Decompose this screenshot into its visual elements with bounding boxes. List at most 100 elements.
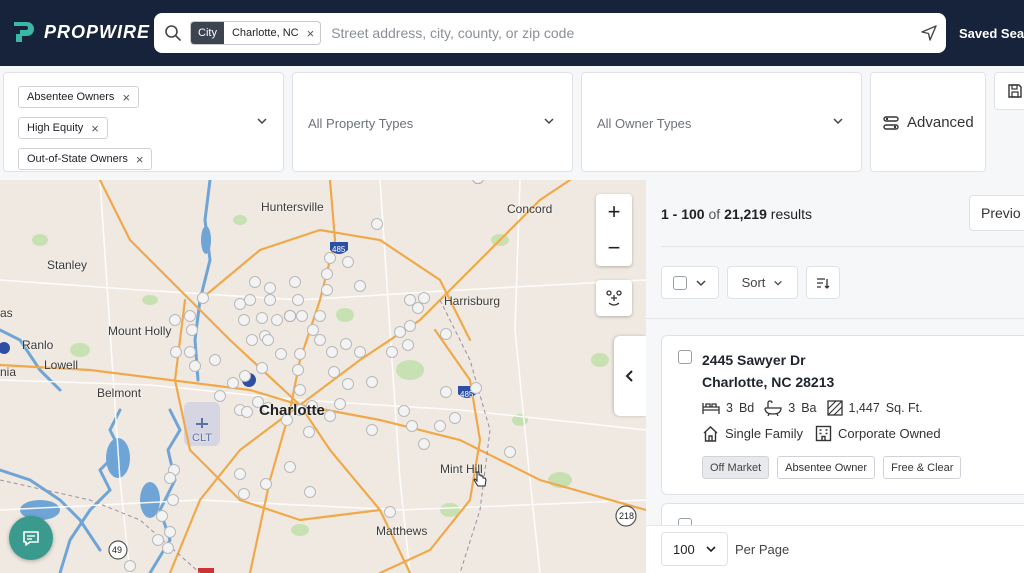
property-marker[interactable] [371, 218, 383, 230]
property-marker[interactable] [239, 370, 251, 382]
property-marker[interactable] [340, 338, 352, 350]
property-marker[interactable] [366, 376, 378, 388]
sort-dropdown[interactable]: Sort [727, 266, 798, 299]
owner-types-dropdown[interactable]: All Owner Types [581, 72, 862, 172]
property-marker[interactable] [275, 348, 287, 360]
property-marker[interactable] [284, 310, 296, 322]
search-bar[interactable]: City Charlotte, NC × [154, 13, 946, 53]
property-marker[interactable] [124, 560, 136, 572]
property-marker[interactable] [418, 438, 430, 450]
property-marker[interactable] [296, 310, 308, 322]
property-marker[interactable] [292, 364, 304, 376]
property-marker[interactable] [314, 310, 326, 322]
property-marker[interactable] [184, 346, 196, 358]
property-marker[interactable] [156, 510, 168, 522]
property-marker[interactable] [342, 256, 354, 268]
property-marker[interactable] [440, 386, 452, 398]
property-marker[interactable] [271, 314, 283, 326]
property-marker[interactable] [354, 346, 366, 358]
property-marker[interactable] [227, 377, 239, 389]
draw-area-button[interactable] [596, 280, 632, 316]
propwire-logo[interactable]: PROPWIRE [10, 18, 150, 46]
property-marker[interactable] [334, 398, 346, 410]
property-marker[interactable] [262, 334, 274, 346]
owner-filter-dropdown[interactable]: Absentee Owners × High Equity × Out-of-S… [3, 72, 284, 172]
property-marker[interactable] [289, 276, 301, 288]
zoom-in-button[interactable]: + [596, 194, 632, 230]
property-marker[interactable] [256, 312, 268, 324]
property-marker[interactable] [264, 294, 276, 306]
property-marker[interactable] [321, 268, 333, 280]
property-marker[interactable] [406, 420, 418, 432]
zoom-out-button[interactable]: − [596, 230, 632, 266]
property-marker[interactable] [238, 488, 250, 500]
city-chip-remove-icon[interactable]: × [307, 26, 315, 41]
pill-remove-icon[interactable]: × [91, 121, 99, 136]
location-arrow-icon[interactable] [920, 24, 938, 42]
property-marker[interactable] [307, 324, 319, 336]
pill-remove-icon[interactable]: × [122, 90, 130, 105]
map-view[interactable]: Huntersville Concord Stanley Harrisburg … [0, 180, 646, 573]
property-marker[interactable] [384, 506, 396, 518]
property-marker[interactable] [264, 282, 276, 294]
property-marker[interactable] [294, 348, 306, 360]
property-marker[interactable] [294, 384, 306, 396]
property-marker[interactable] [164, 526, 176, 538]
property-types-dropdown[interactable]: All Property Types [292, 72, 573, 172]
property-marker[interactable] [324, 410, 336, 422]
property-marker[interactable] [162, 542, 174, 554]
property-marker[interactable] [209, 354, 221, 366]
property-marker[interactable] [304, 486, 316, 498]
search-input[interactable] [331, 25, 892, 41]
property-marker[interactable] [234, 468, 246, 480]
sort-direction-button[interactable] [806, 266, 840, 299]
select-all-checkbox[interactable] [673, 275, 687, 290]
property-marker[interactable] [398, 405, 410, 417]
property-marker[interactable] [366, 424, 378, 436]
property-marker[interactable] [402, 339, 414, 351]
property-marker[interactable] [214, 390, 226, 402]
property-marker[interactable] [249, 276, 261, 288]
property-card[interactable]: 2445 Sawyer Dr Charlotte, NC 28213 3 Bd … [661, 335, 1024, 495]
property-marker[interactable] [246, 334, 258, 346]
property-marker[interactable] [184, 310, 196, 322]
property-marker[interactable] [260, 478, 272, 490]
property-marker[interactable] [328, 366, 340, 378]
property-marker[interactable] [284, 461, 296, 473]
property-marker[interactable] [189, 360, 201, 372]
property-marker[interactable] [256, 362, 268, 374]
pill-remove-icon[interactable]: × [136, 152, 144, 167]
property-marker[interactable] [321, 284, 333, 296]
property-marker[interactable] [314, 334, 326, 346]
property-marker[interactable] [412, 302, 424, 314]
previous-page-button[interactable]: Previo [969, 195, 1024, 231]
property-marker[interactable] [167, 494, 179, 506]
property-marker[interactable] [449, 412, 461, 424]
property-marker[interactable] [440, 328, 452, 340]
property-marker[interactable] [354, 280, 366, 292]
property-marker[interactable] [342, 378, 354, 390]
property-marker[interactable] [197, 292, 209, 304]
property-select-checkbox[interactable] [678, 350, 692, 364]
property-marker[interactable] [244, 294, 256, 306]
saved-searches-link[interactable]: Saved Sear [959, 26, 1024, 41]
property-marker[interactable] [394, 326, 406, 338]
property-marker[interactable] [292, 294, 304, 306]
collapse-panel-button[interactable] [614, 336, 646, 416]
property-marker[interactable] [186, 324, 198, 336]
property-address-line1[interactable]: 2445 Sawyer Dr [702, 352, 806, 368]
property-marker[interactable] [386, 346, 398, 358]
property-marker[interactable] [434, 420, 446, 432]
property-marker[interactable] [326, 346, 338, 358]
property-marker[interactable] [238, 314, 250, 326]
property-marker[interactable] [170, 346, 182, 358]
advanced-filters-button[interactable]: Advanced [870, 72, 986, 172]
property-marker[interactable] [303, 426, 315, 438]
property-marker[interactable] [504, 446, 516, 458]
per-page-select[interactable]: 100 [661, 532, 728, 566]
select-all-dropdown[interactable] [661, 266, 719, 299]
property-marker[interactable] [241, 406, 253, 418]
property-marker[interactable] [164, 472, 176, 484]
save-search-button[interactable] [994, 72, 1024, 110]
chat-support-button[interactable] [9, 516, 53, 560]
